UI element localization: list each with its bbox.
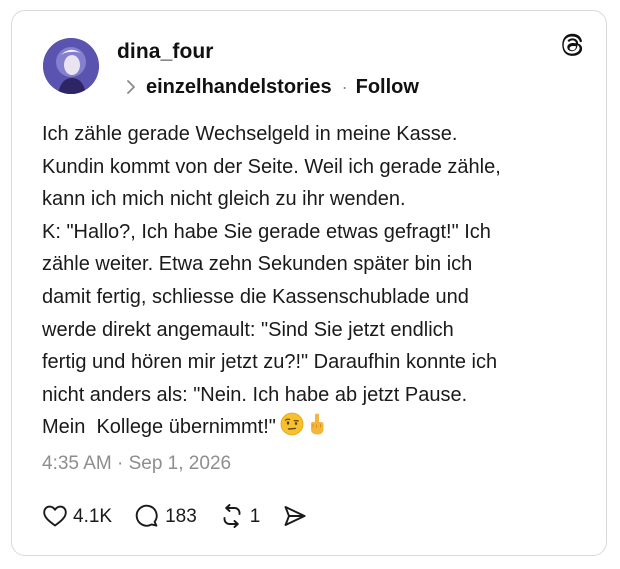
face-with-raised-eyebrow-emoji (280, 412, 304, 436)
post-card: dina_four einzelhandelstories · Follow I… (11, 10, 607, 556)
comment-icon (135, 504, 158, 527)
separator-dot: · (341, 76, 348, 97)
share-button[interactable] (282, 504, 313, 528)
post-text: Ich zähle gerade Wechselgeld in meine Ka… (42, 123, 501, 439)
chevron-right-icon (127, 80, 135, 94)
reply-button[interactable]: 183 (134, 504, 197, 528)
reply-to-username[interactable]: einzelhandelstories (146, 76, 332, 99)
author-username[interactable]: dina_four (117, 40, 214, 64)
like-button[interactable]: 4.1K (42, 504, 112, 528)
post-body: Ich zähle gerade Wechselgeld in meine Ka… (42, 118, 572, 444)
repost-count: 1 (249, 505, 261, 527)
threads-logo-icon[interactable] (559, 32, 585, 58)
middle-finger-emoji (310, 413, 324, 435)
avatar[interactable] (43, 38, 99, 94)
repost-button[interactable]: 1 (219, 504, 261, 528)
reply-count: 183 (165, 505, 197, 527)
repost-icon (223, 504, 241, 528)
heart-icon (43, 505, 67, 527)
reply-context: einzelhandelstories · Follow (125, 74, 419, 100)
avatar-image (43, 38, 99, 94)
post-timestamp: 4:35 AM · Sep 1, 2026 (42, 453, 232, 474)
action-bar: 4.1K 183 1 (42, 501, 335, 531)
follow-button[interactable]: Follow (356, 76, 419, 99)
send-icon (284, 506, 306, 526)
like-count: 4.1K (73, 505, 113, 527)
